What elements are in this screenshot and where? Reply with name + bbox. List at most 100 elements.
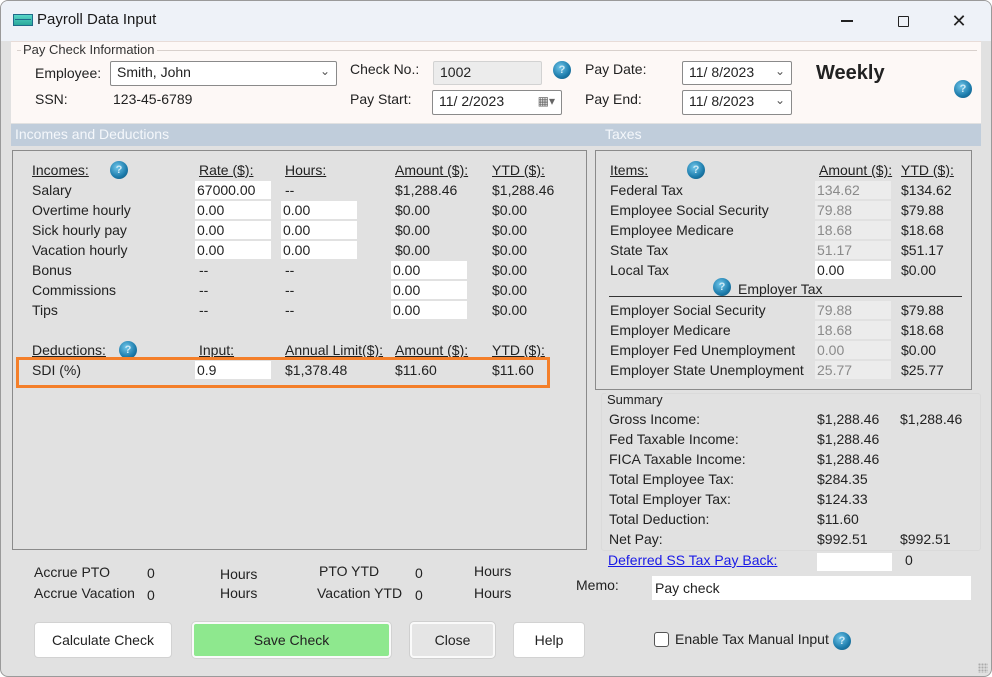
vacation-rate-input[interactable]: 0.00	[195, 241, 271, 259]
pto-ytd-label: PTO YTD	[319, 563, 380, 579]
enable-tax-manual-input-checkbox[interactable]	[654, 632, 669, 647]
summary-label: Total Employee Tax:	[609, 471, 735, 487]
ssn-value: 123-45-6789	[113, 91, 193, 107]
tax-ytd: $0.00	[901, 342, 937, 358]
sick-hours-input[interactable]: 0.00	[281, 221, 357, 239]
income-ytd: $0.00	[492, 242, 528, 258]
tax-ytd: $18.68	[901, 322, 944, 338]
income-amount: $0.00	[395, 202, 431, 218]
memo-input[interactable]: Pay check	[652, 576, 971, 600]
tax-items-help-icon[interactable]: ?	[687, 161, 705, 179]
pay-frequency-help-icon[interactable]: ?	[954, 80, 972, 98]
pay-end-date-picker[interactable]: 11/ 8/2023 ⌄	[682, 90, 792, 115]
chevron-down-icon: ⌄	[319, 64, 330, 78]
pay-date-picker[interactable]: 11/ 8/2023 ⌄	[682, 61, 792, 85]
tax-amount-header: Amount ($):	[819, 162, 893, 178]
tax-name: Federal Tax	[610, 182, 683, 198]
salary-rate-input[interactable]: 67000.00	[195, 181, 271, 199]
payroll-window: Payroll Data Input ✕ Pay Check Informati…	[0, 0, 992, 677]
incomes-deductions-header: Incomes and Deductions	[11, 124, 591, 146]
deferred-ss-tax-link[interactable]: Deferred SS Tax Pay Back:	[608, 552, 777, 568]
window-title: Payroll Data Input	[37, 11, 157, 28]
maximize-button[interactable]	[875, 1, 931, 41]
income-ytd: $0.00	[492, 202, 528, 218]
maximize-icon	[897, 15, 909, 27]
employer-state-unemployment-amount: 25.77	[815, 361, 891, 379]
vacation-hours-input[interactable]: 0.00	[281, 241, 357, 259]
income-name: Bonus	[32, 262, 72, 278]
pay-date-label: Pay Date:	[585, 61, 647, 77]
close-button[interactable]: Close	[410, 622, 495, 658]
employee-medicare-amount: 18.68	[815, 221, 891, 239]
close-window-button[interactable]: ✕	[931, 1, 987, 41]
check-no-field[interactable]: 1002	[433, 61, 542, 85]
calculate-check-button[interactable]: Calculate Check	[34, 622, 172, 658]
sick-rate-input[interactable]: 0.00	[195, 221, 271, 239]
calendar-icon[interactable]: ▦▾	[538, 94, 555, 108]
minimize-icon	[841, 20, 853, 22]
incomes-help-icon[interactable]: ?	[110, 161, 128, 179]
check-no-help-icon[interactable]: ?	[553, 61, 571, 79]
income-amount: $1,288.46	[395, 182, 458, 198]
income-ytd: $1,288.46	[492, 182, 555, 198]
income-rate: --	[199, 302, 209, 318]
pay-start-date-picker[interactable]: 11/ 2/2023 ▦▾	[432, 90, 562, 115]
deferred-ss-tax-input[interactable]	[817, 553, 892, 571]
income-name: Vacation hourly	[32, 242, 128, 258]
employer-fed-unemployment-amount: 0.00	[815, 341, 891, 359]
sdi-row-highlight	[16, 357, 550, 388]
summary-label: FICA Taxable Income:	[609, 451, 746, 467]
summary-current: $1,288.46	[817, 431, 880, 447]
ssn-label: SSN:	[35, 91, 68, 107]
title-bar: Payroll Data Input ✕	[1, 1, 991, 41]
employee-ss-amount: 79.88	[815, 201, 891, 219]
amount-header: Amount ($):	[395, 162, 469, 178]
local-tax-input[interactable]: 0.00	[815, 261, 891, 279]
pay-date-value: 11/ 8/2023	[689, 64, 755, 80]
save-check-button[interactable]: Save Check	[192, 622, 391, 658]
accrue-pto-label: Accrue PTO	[34, 564, 110, 580]
deferred-ss-tax-value: 0	[905, 552, 913, 568]
accrue-pto-unit: Hours	[220, 566, 258, 582]
bonus-amount-input[interactable]: 0.00	[391, 261, 467, 279]
income-amount: $0.00	[395, 242, 431, 258]
employee-select[interactable]: Smith, John ⌄	[110, 61, 337, 86]
tax-ytd: $79.88	[901, 302, 944, 318]
pay-end-value: 11/ 8/2023	[689, 93, 755, 109]
tax-ytd: $0.00	[901, 262, 937, 278]
income-hours: --	[285, 262, 295, 278]
tax-ytd: $79.88	[901, 202, 944, 218]
chevron-down-icon: ⌄	[774, 93, 785, 107]
tax-name: State Tax	[610, 242, 669, 258]
tax-name: Employer State Unemployment	[610, 362, 804, 378]
employer-ss-amount: 79.88	[815, 301, 891, 319]
resize-grip[interactable]	[978, 663, 988, 673]
help-button[interactable]: Help	[513, 622, 585, 658]
ytd-header: YTD ($):	[492, 162, 545, 178]
deductions-header: Deductions:	[32, 342, 106, 358]
overtime-hours-input[interactable]: 0.00	[281, 201, 357, 219]
summary-ytd: $992.51	[900, 531, 951, 547]
annual-limit-header: Annual Limit($):	[285, 342, 384, 358]
commissions-amount-input[interactable]: 0.00	[391, 281, 467, 299]
income-name: Salary	[32, 182, 72, 198]
summary-current: $992.51	[817, 531, 868, 547]
manual-input-help-icon[interactable]: ?	[833, 632, 851, 650]
accrue-vacation-unit: Hours	[220, 585, 258, 601]
tips-amount-input[interactable]: 0.00	[391, 301, 467, 319]
employee-value: Smith, John	[117, 64, 191, 80]
deduction-ytd-header: YTD ($):	[492, 342, 545, 358]
accrue-vacation-value: 0	[147, 587, 155, 603]
income-hours: --	[285, 182, 295, 198]
income-ytd: $0.00	[492, 302, 528, 318]
pto-ytd-value: 0	[415, 565, 423, 581]
summary-ytd: $1,288.46	[900, 411, 963, 427]
income-ytd: $0.00	[492, 262, 528, 278]
minimize-button[interactable]	[819, 1, 875, 41]
income-hours: --	[285, 302, 295, 318]
employer-tax-help-icon[interactable]: ?	[713, 278, 731, 296]
overtime-rate-input[interactable]: 0.00	[195, 201, 271, 219]
deduction-amount-header: Amount ($):	[395, 342, 469, 358]
tax-ytd: $25.77	[901, 362, 944, 378]
state-tax-amount: 51.17	[815, 241, 891, 259]
